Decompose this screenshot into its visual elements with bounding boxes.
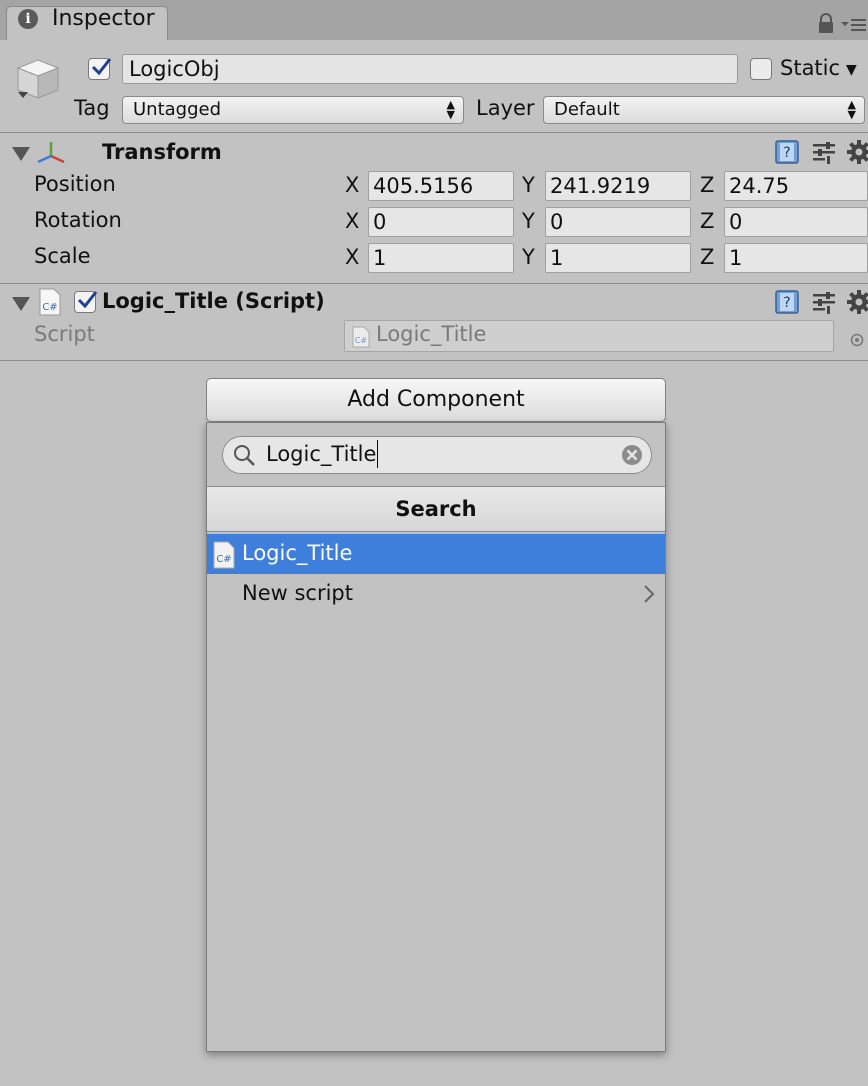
layer-label: Layer (476, 96, 535, 120)
help-book-icon[interactable]: ? (774, 139, 800, 165)
axis-z-label: Z (700, 209, 715, 233)
axis-y-label: Y (522, 209, 535, 233)
gear-icon[interactable] (846, 289, 868, 315)
script-enabled-checkbox[interactable] (74, 291, 98, 313)
search-results-header: Search (207, 486, 665, 532)
dropdown-arrows-icon: ▲ ▼ (446, 98, 455, 121)
position-z-field[interactable]: 24.75 (724, 171, 868, 201)
static-label: Static (780, 56, 841, 80)
axis-y-label: Y (522, 245, 535, 269)
static-dropdown-arrow-icon[interactable]: ▼ (846, 62, 857, 78)
svg-text:C#: C# (355, 336, 368, 345)
section-divider (0, 360, 868, 361)
axis-y-label: Y (522, 173, 535, 197)
rotation-x-field[interactable]: 0 (368, 207, 514, 237)
svg-text:C#: C# (216, 554, 231, 565)
position-y-field[interactable]: 241.9219 (545, 171, 691, 201)
object-name-field[interactable]: LogicObj (122, 54, 738, 84)
presets-icon[interactable] (811, 289, 837, 315)
svg-text:?: ? (783, 295, 790, 311)
gear-icon[interactable] (846, 139, 868, 165)
transform-foldout-icon[interactable] (12, 147, 30, 161)
add-component-button[interactable]: Add Component (206, 378, 666, 422)
script-field-value: Logic_Title (376, 322, 487, 346)
tab-title: Inspector (52, 6, 155, 31)
csharp-script-icon: C# (352, 326, 370, 348)
csharp-script-icon: C# (38, 288, 62, 316)
dropdown-arrows-icon: ▲ ▼ (847, 98, 856, 121)
active-checkbox[interactable] (88, 58, 112, 80)
tag-value: Untagged (133, 99, 222, 120)
scale-y-field[interactable]: 1 (545, 243, 691, 273)
csharp-script-icon: C# (213, 541, 235, 569)
axis-z-label: Z (700, 245, 715, 269)
script-foldout-icon[interactable] (12, 297, 30, 311)
axis-z-label: Z (700, 173, 715, 197)
chevron-right-icon (642, 584, 656, 604)
layer-dropdown[interactable]: Default ▲ ▼ (543, 96, 865, 124)
scale-label: Scale (34, 244, 91, 268)
svg-text:?: ? (783, 145, 790, 161)
info-icon: i (18, 9, 38, 29)
tag-dropdown[interactable]: Untagged ▲ ▼ (122, 96, 464, 124)
tag-label: Tag (74, 96, 110, 120)
axis-x-label: X (345, 245, 360, 269)
axis-x-label: X (345, 209, 360, 233)
presets-icon[interactable] (811, 139, 837, 165)
transform-axes-icon (36, 140, 66, 166)
scale-x-field[interactable]: 1 (368, 243, 514, 273)
script-field-label: Script (34, 322, 95, 346)
search-query-text: Logic_Title (266, 440, 379, 468)
object-picker-icon[interactable] (850, 328, 864, 347)
rotation-y-field[interactable]: 0 (545, 207, 691, 237)
gameobject-cube-icon (14, 56, 64, 102)
static-checkbox[interactable] (750, 58, 772, 80)
rotation-label: Rotation (34, 208, 122, 232)
help-book-icon[interactable]: ? (774, 289, 800, 315)
rotation-z-field[interactable]: 0 (724, 207, 868, 237)
layer-value: Default (554, 99, 620, 120)
script-component-title: Logic_Title (Script) (102, 289, 325, 313)
position-label: Position (34, 172, 116, 196)
svg-text:C#: C# (42, 302, 57, 313)
position-x-field[interactable]: 405.5156 (368, 171, 514, 201)
clear-search-icon[interactable] (620, 443, 644, 467)
result-item-label: New script (242, 581, 353, 605)
search-icon (232, 443, 256, 467)
scale-z-field[interactable]: 1 (724, 243, 868, 273)
lock-icon[interactable] (816, 13, 836, 35)
transform-title: Transform (102, 140, 222, 164)
axis-x-label: X (345, 173, 360, 197)
section-divider (0, 283, 868, 284)
tab-menu-icon[interactable] (840, 13, 866, 35)
result-item-label: Logic_Title (242, 541, 353, 565)
